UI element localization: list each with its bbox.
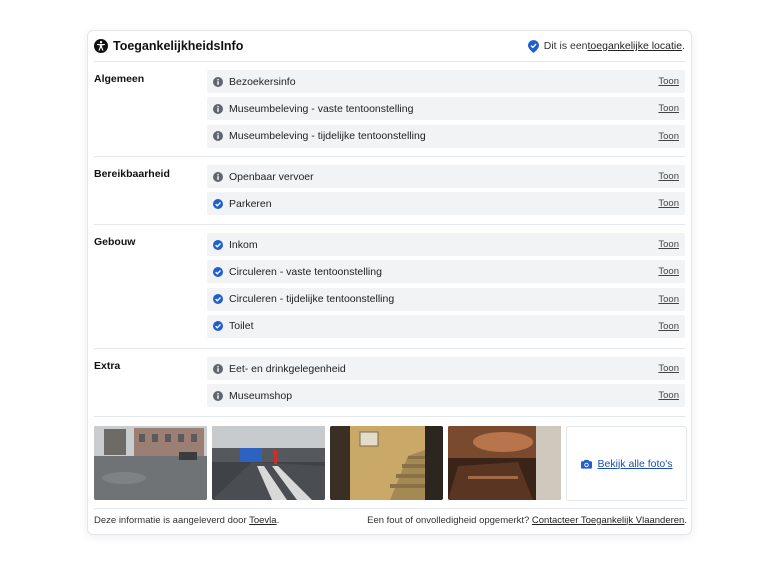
toon-link[interactable]: Toon (658, 390, 679, 401)
contact-link[interactable]: Contacteer Toegankelijk Vlaanderen (532, 515, 684, 526)
toon-link[interactable]: Toon (658, 266, 679, 277)
row-label: Circuleren - tijdelijke tentoonstelling (229, 293, 395, 306)
info-icon (213, 363, 223, 374)
card-footer: Deze informatie is aangeleverd door Toev… (94, 508, 687, 531)
location-check-icon (527, 39, 539, 53)
toon-link[interactable]: Toon (658, 239, 679, 250)
report-error-prefix: Een fout of onvolledigheid opgemerkt? (367, 514, 532, 526)
row-museumshop[interactable]: Museumshop Toon (207, 384, 685, 408)
view-all-photos-button[interactable]: Bekijk alle foto's (566, 426, 687, 501)
photo-stairs-thumbnail[interactable] (330, 426, 443, 500)
row-circuleren-tijdelijk[interactable]: Circuleren - tijdelijke tentoonstelling … (207, 287, 685, 311)
check-icon (213, 198, 223, 209)
accessible-location-link[interactable]: toegankelijke locatie (588, 40, 683, 52)
camera-icon (580, 459, 592, 469)
section-title: Gebouw (94, 236, 136, 248)
check-icon (213, 321, 223, 332)
toon-link[interactable]: Toon (658, 103, 679, 114)
row-label: Circuleren - vaste tentoonstelling (229, 265, 382, 278)
check-icon (213, 294, 223, 305)
source-credit-prefix: Deze informatie is aangeleverd door (94, 514, 250, 526)
section-title: Algemeen (94, 73, 145, 85)
row-museumbeleving-vast[interactable]: Museumbeleving - vaste tentoonstelling T… (207, 97, 685, 121)
toon-link[interactable]: Toon (658, 198, 679, 209)
source-credit-suffix: . (276, 514, 280, 526)
row-bezoekersinfo[interactable]: Bezoekersinfo Toon (207, 70, 685, 93)
location-status-prefix: Dit is een (543, 40, 588, 52)
info-icon (213, 390, 223, 401)
check-icon (213, 266, 223, 277)
row-toilet[interactable]: Toilet Toon (207, 314, 685, 338)
accessibility-info-card: ToegankelijkheidsInfo Dit is een toegank… (87, 30, 692, 535)
check-icon (213, 239, 223, 250)
section-rows: Openbaar vervoer Toon Parkeren Toon (207, 165, 685, 220)
section-extra: Extra Eet- en drinkgelegenheid Toon Muse… (94, 349, 685, 417)
info-icon (213, 131, 223, 142)
toon-link[interactable]: Toon (658, 363, 679, 374)
row-circuleren-vast[interactable]: Circuleren - vaste tentoonstelling Toon (207, 260, 685, 284)
row-label: Museumbeleving - vaste tentoonstelling (229, 102, 414, 115)
toon-link[interactable]: Toon (658, 131, 679, 142)
photo-strip: Bekijk alle foto's (94, 426, 687, 501)
row-label: Openbaar vervoer (229, 170, 314, 183)
source-credit: Deze informatie is aangeleverd door Toev… (94, 515, 279, 526)
row-inkom[interactable]: Inkom Toon (207, 233, 685, 256)
toon-link[interactable]: Toon (658, 294, 679, 305)
photo-parking-thumbnail[interactable] (212, 426, 325, 500)
photo-interior-thumbnail[interactable] (448, 426, 561, 500)
row-label: Museumbeleving - tijdelijke tentoonstell… (229, 130, 426, 143)
section-title: Extra (94, 360, 121, 372)
view-all-photos-label: Bekijk alle foto's (597, 457, 673, 470)
info-icon (213, 76, 223, 87)
location-status-suffix: . (682, 40, 685, 52)
row-label: Inkom (229, 238, 258, 251)
section-rows: Eet- en drinkgelegenheid Toon Museumshop… (207, 357, 685, 412)
report-error-suffix: . (684, 514, 687, 526)
section-bereikbaarheid: Bereikbaarheid Openbaar vervoer Toon Par… (94, 157, 685, 225)
row-label: Toilet (229, 320, 254, 333)
row-eet-drinkgelegenheid[interactable]: Eet- en drinkgelegenheid Toon (207, 357, 685, 380)
info-icon (213, 171, 223, 182)
card-title: ToegankelijkheidsInfo (94, 39, 243, 53)
row-museumbeleving-tijdelijk[interactable]: Museumbeleving - tijdelijke tentoonstell… (207, 124, 685, 148)
toon-link[interactable]: Toon (658, 321, 679, 332)
report-error: Een fout of onvolledigheid opgemerkt? Co… (367, 515, 687, 526)
location-status: Dit is een toegankelijke locatie. (527, 39, 685, 53)
section-rows: Bezoekersinfo Toon Museumbeleving - vast… (207, 70, 685, 152)
section-gebouw: Gebouw Inkom Toon Circuleren - vaste ten… (94, 225, 685, 349)
photo-street-thumbnail[interactable] (94, 426, 207, 500)
toon-link[interactable]: Toon (658, 171, 679, 182)
row-parkeren[interactable]: Parkeren Toon (207, 192, 685, 216)
info-icon (213, 103, 223, 114)
row-label: Eet- en drinkgelegenheid (229, 362, 346, 375)
accessibility-icon (94, 39, 108, 53)
section-rows: Inkom Toon Circuleren - vaste tentoonste… (207, 233, 685, 342)
card-header: ToegankelijkheidsInfo Dit is een toegank… (94, 31, 685, 62)
section-title: Bereikbaarheid (94, 168, 170, 180)
section-algemeen: Algemeen Bezoekersinfo Toon Museumbelevi… (94, 62, 685, 157)
toevla-link[interactable]: Toevla (249, 515, 276, 526)
card-title-text: ToegankelijkheidsInfo (113, 39, 244, 53)
row-openbaar-vervoer[interactable]: Openbaar vervoer Toon (207, 165, 685, 188)
row-label: Parkeren (229, 197, 272, 210)
row-label: Museumshop (229, 389, 293, 402)
row-label: Bezoekersinfo (229, 75, 296, 88)
toon-link[interactable]: Toon (658, 76, 679, 87)
